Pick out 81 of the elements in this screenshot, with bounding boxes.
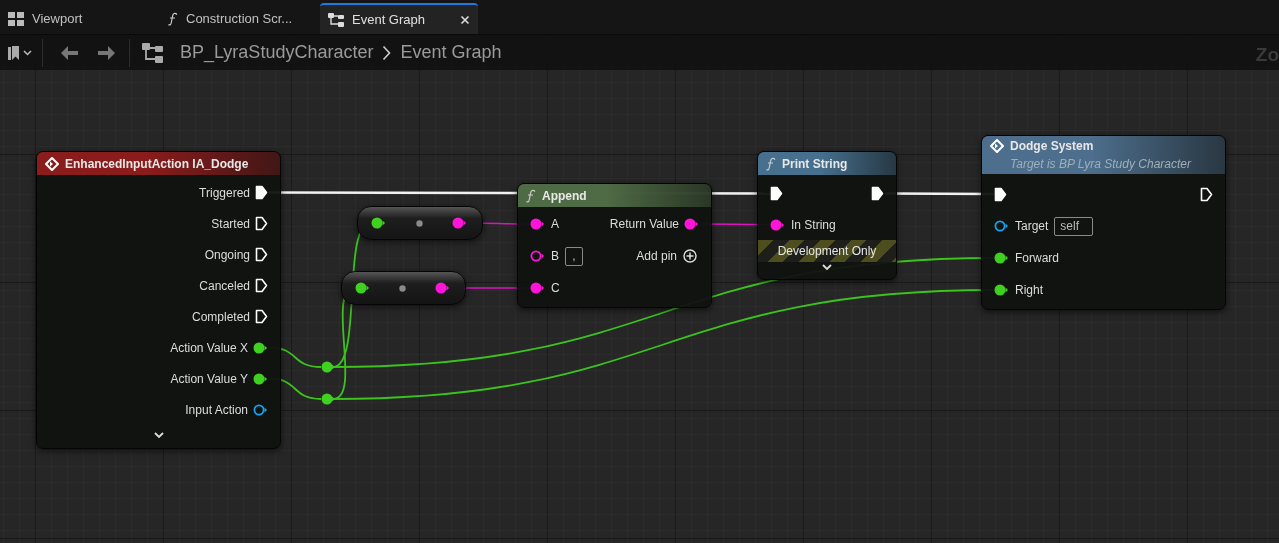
breadcrumb-item[interactable]: BP_LyraStudyCharacter: [180, 39, 374, 66]
graph-node[interactable]: EnhancedInputAction IA_Dodge Triggered Started Ongoing Canceled Completed Action Value X Action Value Y Input Action: [36, 151, 281, 449]
data-pin[interactable]: [994, 284, 1009, 296]
exec-pin[interactable]: [1200, 186, 1213, 202]
graph-node[interactable]: [357, 206, 483, 240]
grid-icon: [8, 11, 24, 26]
exec-pin[interactable]: [255, 185, 268, 200]
pin-label: Forward: [1015, 250, 1059, 267]
value-field[interactable]: ,: [565, 246, 583, 266]
pin-label: Right: [1015, 282, 1043, 299]
add-pin-button[interactable]: Add pin: [636, 247, 697, 265]
data-pin[interactable]: [530, 250, 545, 262]
development-only-banner: Development Only: [758, 240, 896, 262]
pin-label: Completed: [191, 308, 250, 326]
data-pin[interactable]: [994, 220, 1009, 232]
function-icon: [168, 11, 178, 26]
data-pin[interactable]: [371, 217, 386, 229]
chevron-down-icon[interactable]: [822, 264, 832, 271]
tab[interactable]: Viewport: [0, 3, 150, 34]
graph-node[interactable]: Append A Return Value B , Add pin C: [517, 183, 712, 308]
data-pin[interactable]: [253, 341, 268, 354]
conversion-dot-icon: [399, 284, 406, 292]
graph-node[interactable]: Dodge System Target is BP Lyra Study Character Target self Forward Right: [981, 135, 1226, 310]
add-icon: [683, 249, 697, 263]
pin-label: Return Value: [609, 216, 679, 233]
value-field[interactable]: self: [1054, 216, 1094, 236]
event-icon: [45, 156, 59, 171]
chevron-down-icon[interactable]: [153, 431, 164, 439]
pin-label: C: [551, 280, 560, 297]
pin-label: Action Value Y: [170, 370, 248, 388]
tab[interactable]: Construction Scr...: [160, 3, 310, 34]
exec-pin[interactable]: [255, 216, 268, 231]
data-pin[interactable]: [253, 403, 268, 416]
pin-label: Action Value X: [170, 339, 248, 357]
graph-node[interactable]: Print String In String Development Only: [757, 151, 897, 280]
node-subtitle: Target is BP Lyra Study Character: [1009, 156, 1193, 173]
data-pin[interactable]: [530, 218, 545, 230]
pin-label: Ongoing: [204, 246, 250, 264]
data-pin[interactable]: [355, 282, 370, 294]
exec-pin[interactable]: [994, 186, 1007, 202]
function-icon: [526, 188, 536, 203]
bookmark-icon: [8, 45, 20, 60]
pin-label: B: [551, 248, 559, 265]
data-pin[interactable]: [435, 282, 450, 294]
chevron-down-icon: [23, 49, 32, 56]
pin-label: Triggered: [199, 184, 250, 202]
back-arrow-icon[interactable]: [59, 44, 79, 61]
tab[interactable]: Event Graph: [320, 3, 478, 34]
pin-label: Input Action: [185, 401, 248, 419]
reroute-knot[interactable]: [321, 361, 335, 373]
data-pin[interactable]: [684, 218, 699, 230]
data-pin[interactable]: [452, 217, 467, 229]
node-title: Dodge System: [1010, 138, 1094, 155]
data-pin[interactable]: [253, 372, 268, 385]
reroute-knot[interactable]: [321, 393, 335, 405]
close-icon[interactable]: [460, 14, 470, 25]
exec-pin[interactable]: [770, 186, 783, 201]
data-pin[interactable]: [994, 252, 1009, 264]
exec-pin[interactable]: [871, 186, 884, 201]
pin-label: Target: [1015, 218, 1049, 235]
graph-node[interactable]: [341, 271, 466, 305]
node-title: Append: [542, 187, 587, 205]
pin-label: A: [551, 216, 559, 233]
node-title: EnhancedInputAction IA_Dodge: [65, 155, 249, 173]
data-pin[interactable]: [530, 282, 545, 294]
chevron-right-icon: [382, 44, 392, 61]
breadcrumb-item[interactable]: Event Graph: [400, 39, 502, 66]
exec-pin[interactable]: [255, 247, 268, 262]
graph-icon: [328, 12, 344, 27]
node-title: Print String: [782, 155, 848, 173]
pin-label: In String: [791, 216, 836, 234]
conversion-dot-icon: [415, 219, 423, 227]
data-pin[interactable]: [770, 218, 785, 231]
graph-icon: [142, 42, 164, 63]
pin-label: Canceled: [199, 277, 250, 295]
forward-arrow-icon[interactable]: [97, 44, 117, 61]
function-icon: [766, 156, 776, 171]
exec-pin[interactable]: [255, 278, 268, 293]
event-icon: [990, 139, 1004, 153]
pin-label: Started: [211, 215, 250, 233]
exec-pin[interactable]: [255, 309, 268, 324]
